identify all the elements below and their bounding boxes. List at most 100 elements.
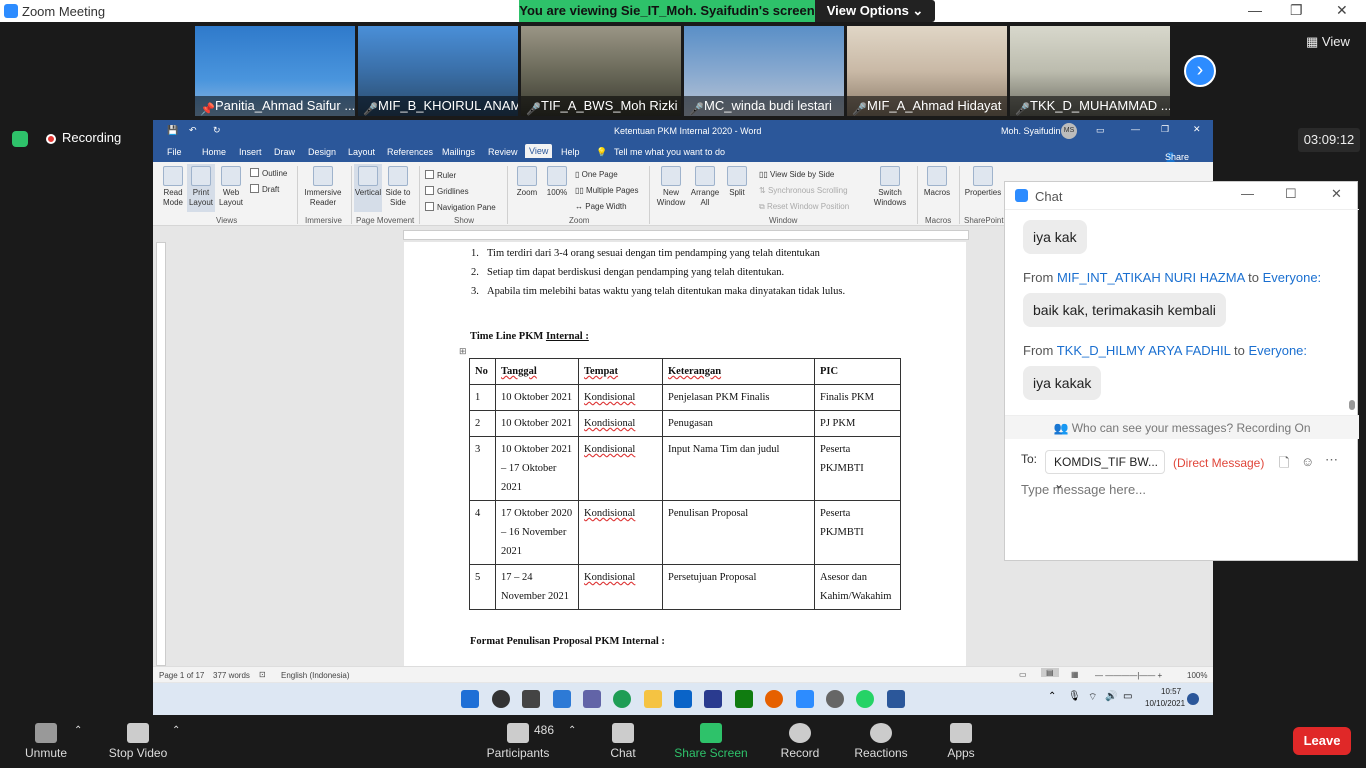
participant-tile[interactable]: 🎤 MIF_B_KHOIRUL ANAM xyxy=(358,26,518,116)
tab-layout[interactable]: Layout xyxy=(348,147,375,157)
tab-home[interactable]: Home xyxy=(202,147,226,157)
close-icon[interactable]: ✕ xyxy=(1193,124,1201,135)
clock-time[interactable]: 10:57 xyxy=(1161,687,1181,696)
tab-help[interactable]: Help xyxy=(561,147,580,157)
clock-date[interactable]: 10/10/2021 xyxy=(1145,699,1185,708)
draft-button[interactable]: Draft xyxy=(250,184,279,194)
tab-view[interactable]: View xyxy=(525,144,553,158)
zoom-app-icon[interactable] xyxy=(796,690,814,708)
view-side-by-side-button[interactable]: ▯▯ View Side by Side xyxy=(759,170,834,179)
web-layout-icon[interactable]: ▦ xyxy=(1071,670,1079,679)
participant-tile[interactable]: 🎤 MIF_A_Ahmad Hidayat xyxy=(847,26,1007,116)
navigation-pane-checkbox[interactable]: Navigation Pane xyxy=(425,202,496,212)
gridlines-checkbox[interactable]: Gridlines xyxy=(425,186,469,196)
share-screen-button[interactable]: Share Screen xyxy=(674,723,748,760)
multiple-pages-button[interactable]: ▯▯ Multiple Pages xyxy=(575,186,639,195)
immersive-reader-button[interactable]: Immersive Reader xyxy=(301,166,345,208)
recipient-dropdown[interactable]: KOMDIS_TIF BW... ⌄ xyxy=(1045,450,1165,491)
leave-button[interactable]: Leave xyxy=(1293,727,1351,755)
read-mode-button[interactable]: Read Mode xyxy=(159,166,187,208)
edge-browser-icon[interactable] xyxy=(613,690,631,708)
mail-icon[interactable] xyxy=(674,690,692,708)
chevron-up-icon[interactable]: ⌃ xyxy=(568,725,576,736)
microphone-icon[interactable]: 🎙 xyxy=(1068,691,1081,702)
tell-me-search[interactable]: Tell me what you want to do xyxy=(614,147,725,157)
tab-mailings[interactable]: Mailings xyxy=(442,147,475,157)
avatar[interactable]: MS xyxy=(1061,123,1077,139)
wifi-icon[interactable]: ⌔ xyxy=(1088,691,1097,704)
split-button[interactable]: Split xyxy=(723,166,751,198)
maximize-icon[interactable]: ☐ xyxy=(1285,186,1297,202)
apps-button[interactable]: Apps xyxy=(944,723,978,760)
minimize-icon[interactable]: — xyxy=(1248,2,1262,18)
chat-button[interactable]: Chat xyxy=(604,723,642,760)
tab-file[interactable]: File xyxy=(167,147,182,157)
save-icon[interactable]: 💾 xyxy=(167,125,178,136)
zoom-100-button[interactable]: 100% xyxy=(543,166,571,198)
tab-draw[interactable]: Draw xyxy=(274,147,295,157)
tab-review[interactable]: Review xyxy=(488,147,518,157)
xbox-icon[interactable] xyxy=(735,690,753,708)
vertical-ruler[interactable] xyxy=(156,242,166,666)
task-view-icon[interactable] xyxy=(522,690,540,708)
synchronous-scrolling-button[interactable]: ⇅ Synchronous Scrolling xyxy=(759,186,848,195)
chevron-up-icon[interactable]: ⌃ xyxy=(172,725,180,736)
horizontal-ruler[interactable] xyxy=(403,230,969,240)
file-explorer-icon[interactable] xyxy=(644,690,662,708)
outline-button[interactable]: Outline xyxy=(250,168,287,178)
view-options-button[interactable]: View Options ⌄ xyxy=(815,0,935,22)
restore-icon[interactable]: ❐ xyxy=(1161,124,1169,135)
message-input[interactable] xyxy=(1021,482,1341,497)
ruler-checkbox[interactable]: Ruler xyxy=(425,170,456,180)
participant-tile[interactable]: 🎤 TKK_D_MUHAMMAD ... xyxy=(1010,26,1170,116)
word-count[interactable]: 377 words xyxy=(213,671,250,680)
whatsapp-icon[interactable] xyxy=(856,690,874,708)
one-page-button[interactable]: ▯ One Page xyxy=(575,170,618,179)
battery-icon[interactable]: ▭ xyxy=(1123,691,1132,702)
chevron-up-icon[interactable]: ⌃ xyxy=(1048,691,1056,702)
participant-tile[interactable]: 📌 Panitia_Ahmad Saifur ... xyxy=(195,26,355,116)
next-page-arrow-icon[interactable]: › xyxy=(1184,55,1216,87)
tab-references[interactable]: References xyxy=(387,147,433,157)
emoji-icon[interactable]: ☺ xyxy=(1301,454,1314,469)
volume-icon[interactable]: 🔊 xyxy=(1105,691,1117,702)
widgets-icon[interactable] xyxy=(553,690,571,708)
page-width-button[interactable]: ↔ Page Width xyxy=(575,202,627,211)
participant-tile[interactable]: 🎤 TIF_A_BWS_Moh Rizki ... xyxy=(521,26,681,116)
file-icon[interactable]: 🗋 xyxy=(1279,454,1289,476)
redo-icon[interactable]: ↻ xyxy=(213,125,221,136)
windows-start-icon[interactable] xyxy=(461,690,479,708)
arrange-all-button[interactable]: Arrange All xyxy=(689,166,721,208)
recording-indicator[interactable]: Recording xyxy=(12,130,121,147)
participant-tile[interactable]: 🎤 MC_winda budi lestari xyxy=(684,26,844,116)
print-layout-icon[interactable]: ▤ xyxy=(1041,668,1059,677)
vertical-button[interactable]: Vertical xyxy=(354,164,382,212)
restore-icon[interactable]: ❐ xyxy=(1290,2,1303,19)
visual-studio-icon[interactable] xyxy=(704,690,722,708)
ribbon-display-icon[interactable]: ▭ xyxy=(1096,125,1105,136)
chat-privacy-notice[interactable]: 👥 Who can see your messages? Recording O… xyxy=(1005,415,1359,439)
web-layout-button[interactable]: Web Layout xyxy=(217,166,245,208)
new-window-button[interactable]: New Window xyxy=(656,166,686,208)
reset-window-position-button[interactable]: ⧉ Reset Window Position xyxy=(759,202,849,212)
chat-scrollbar[interactable] xyxy=(1349,214,1355,410)
switch-windows-button[interactable]: Switch Windows xyxy=(871,166,909,208)
zoom-slider[interactable]: — ————|—— + xyxy=(1095,671,1162,680)
language[interactable]: English (Indonesia) xyxy=(281,671,349,680)
notification-icon[interactable] xyxy=(1187,693,1199,705)
close-icon[interactable]: ✕ xyxy=(1331,186,1342,202)
settings-gear-icon[interactable] xyxy=(826,690,844,708)
table-move-handle-icon[interactable]: ⊞ xyxy=(459,346,467,357)
stop-video-button[interactable]: Stop Video xyxy=(106,723,170,760)
zoom-button[interactable]: Zoom xyxy=(513,166,541,198)
tab-insert[interactable]: Insert xyxy=(239,147,262,157)
unmute-button[interactable]: Unmute xyxy=(20,723,72,760)
document-page[interactable]: 1. Tim terdiri dari 3-4 orang sesuai deng… xyxy=(404,242,966,666)
tab-design[interactable]: Design xyxy=(308,147,336,157)
side-to-side-button[interactable]: Side to Side xyxy=(384,166,412,208)
print-layout-button[interactable]: Print Layout xyxy=(187,164,215,212)
firefox-icon[interactable] xyxy=(765,690,783,708)
view-layout-button[interactable]: ▦ View xyxy=(1306,34,1350,50)
macros-button[interactable]: Macros xyxy=(920,166,954,198)
read-mode-icon[interactable]: ▭ xyxy=(1019,670,1027,679)
